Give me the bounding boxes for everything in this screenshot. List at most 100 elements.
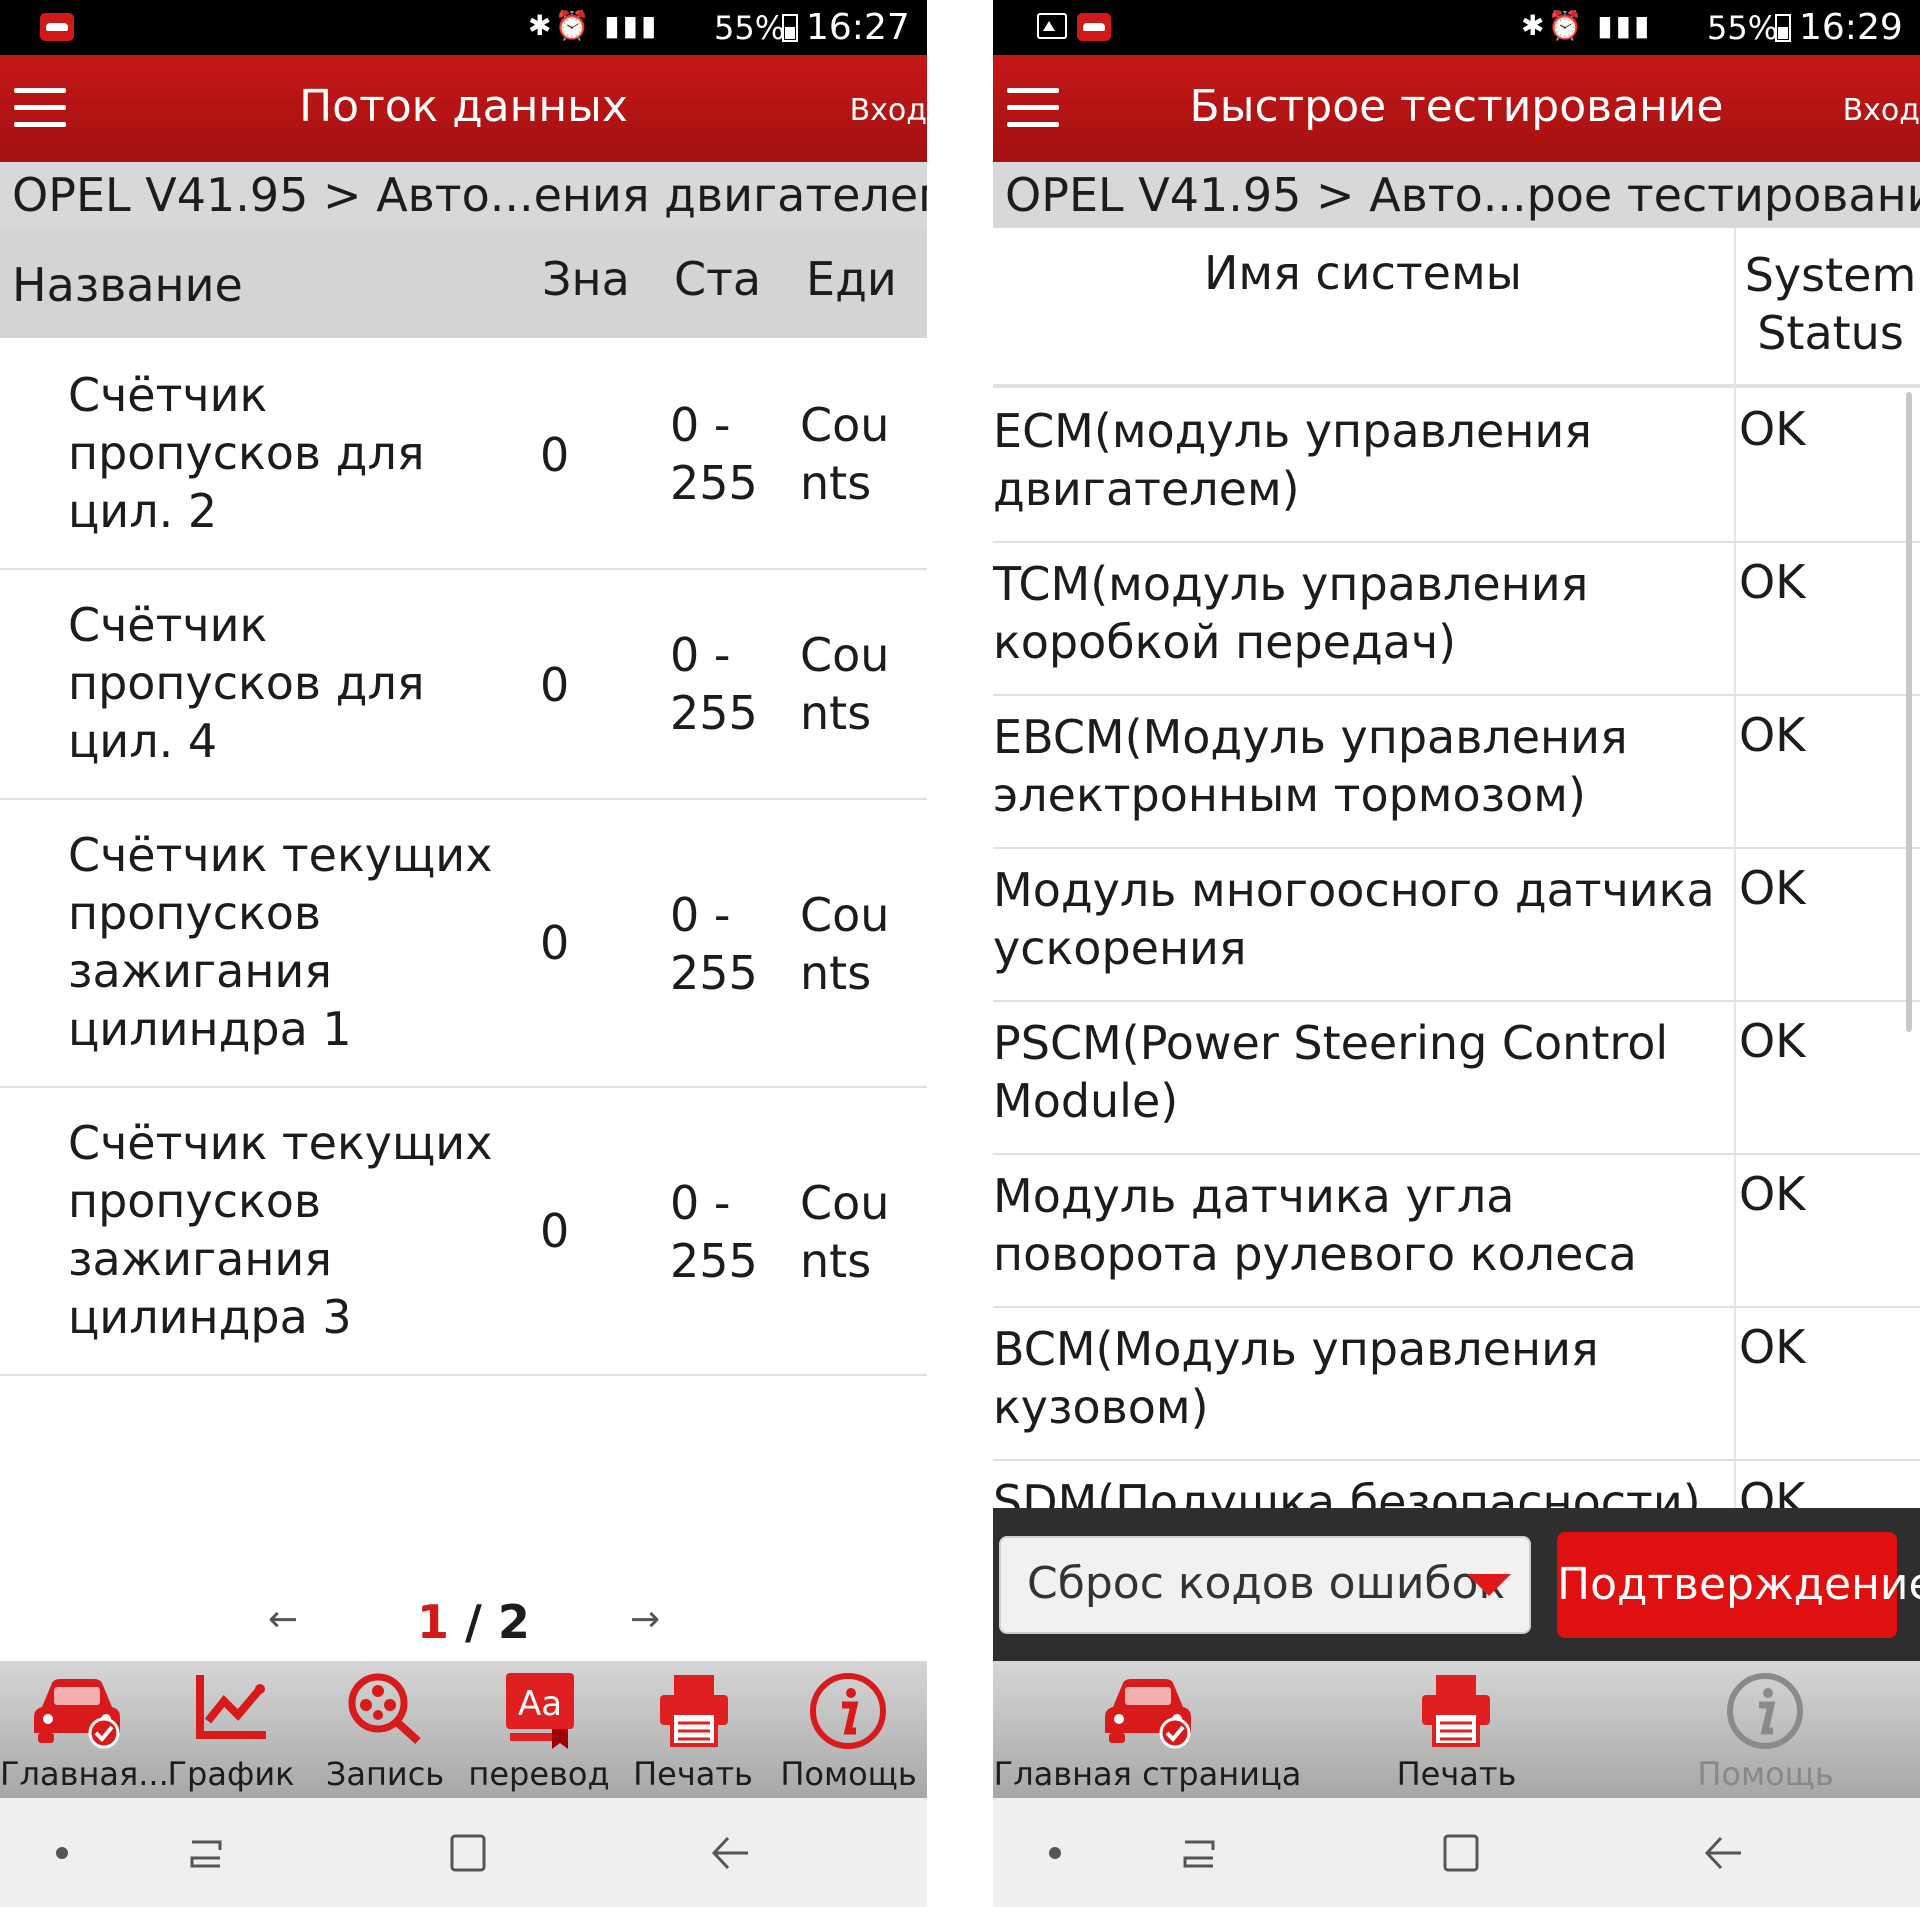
pagination: ← 1 / 2 →: [0, 1595, 927, 1655]
system-name: Модуль многоосного датчика ускорения: [993, 863, 1715, 975]
system-status: OK: [1739, 1320, 1806, 1374]
login-button[interactable]: Вход: [850, 93, 927, 128]
system-name: TCM(модуль управления коробкой передач): [993, 557, 1589, 669]
clock: 16:29: [1799, 7, 1903, 48]
system-status: OK: [1739, 1014, 1806, 1068]
prev-page-button[interactable]: ←: [268, 1599, 298, 1640]
table-row[interactable]: BCM(Модуль управления кузовом) OK: [993, 1306, 1920, 1461]
table-row[interactable]: Счётчик пропусков для цил. 4 0 0 - 255 C…: [0, 570, 927, 800]
login-button[interactable]: Вход: [1843, 93, 1920, 128]
help-button: Помощь: [1611, 1661, 1920, 1798]
system-status: OK: [1739, 1473, 1806, 1508]
parameter-name: Счётчик текущих пропусков зажигания цили…: [68, 1116, 493, 1344]
parameter-unit: Counts: [800, 888, 890, 1000]
nav-dot-icon[interactable]: [1045, 1828, 1065, 1878]
dropdown-caret-icon: [1467, 1574, 1511, 1596]
system-name: PSCM(Power Steering Control Module): [993, 1016, 1669, 1128]
status-bar: ✱⏰ ▮▮▮ 55% 16:29: [993, 0, 1920, 55]
table-row[interactable]: ECM(модуль управления двигателем) OK: [993, 388, 1920, 543]
back-nav-icon[interactable]: [708, 1828, 752, 1878]
info-icon: [1727, 1673, 1803, 1749]
confirm-button[interactable]: Подтверждение: [1557, 1532, 1920, 1638]
print-button[interactable]: Печать: [1302, 1661, 1611, 1798]
column-header-status[interactable]: System Status: [1741, 246, 1920, 362]
record-button[interactable]: Запись: [308, 1661, 462, 1798]
parameter-unit: Counts: [800, 398, 890, 510]
record-icon: [348, 1673, 421, 1744]
table-row[interactable]: Модуль датчика угла поворота рулевого ко…: [993, 1153, 1920, 1308]
table-row[interactable]: SDM(Подушка безопасности) OK: [993, 1459, 1920, 1508]
toolbar-label: Запись: [325, 1755, 445, 1793]
function-select[interactable]: Сброс кодов ошибок: [999, 1536, 1531, 1634]
page-indicator: 1 / 2: [417, 1595, 530, 1649]
hamburger-menu-icon[interactable]: [1007, 88, 1059, 128]
list-scrollbar[interactable]: [1906, 392, 1912, 1032]
home-button[interactable]: Главная...: [0, 1661, 169, 1798]
graph-icon: [196, 1675, 266, 1739]
system-status: OK: [1739, 708, 1806, 762]
hamburger-menu-icon[interactable]: [14, 88, 66, 128]
car-check-icon: [1105, 1679, 1191, 1749]
graph-button[interactable]: График: [154, 1661, 308, 1798]
bottom-toolbar: Главная страница Печать Помощь: [993, 1661, 1920, 1798]
toolbar-label: Печать: [633, 1755, 753, 1793]
help-button[interactable]: Помощь: [770, 1661, 927, 1798]
column-header-value[interactable]: Зна: [542, 252, 630, 306]
table-row[interactable]: PSCM(Power Steering Control Module) OK: [993, 1000, 1920, 1155]
car-check-icon: [34, 1679, 120, 1749]
info-icon: [810, 1673, 886, 1749]
recent-apps-icon[interactable]: [1179, 1828, 1219, 1878]
bottom-toolbar: Главная... График Запись Aa перевод Печа…: [0, 1661, 927, 1798]
system-name: BCM(Модуль управления кузовом): [993, 1322, 1599, 1434]
function-select-value: Сброс кодов ошибок: [1027, 1558, 1506, 1609]
nav-dot-icon[interactable]: [52, 1828, 72, 1878]
parameter-unit: Counts: [800, 1176, 890, 1288]
app-header: Поток данных Вход: [0, 55, 927, 162]
parameter-name: Счётчик пропусков для цил. 4: [68, 598, 425, 768]
toolbar-label: Помощь: [780, 1755, 917, 1793]
recent-apps-icon[interactable]: [186, 1828, 226, 1878]
toolbar-label: перевод: [468, 1755, 610, 1793]
table-row[interactable]: Модуль многоосного датчика ускорения OK: [993, 847, 1920, 1002]
parameter-value: 0: [540, 1204, 570, 1258]
next-page-button[interactable]: →: [630, 1599, 660, 1640]
parameter-value: 0: [540, 428, 570, 482]
column-header-unit[interactable]: Еди: [806, 252, 897, 306]
toolbar-label: Помощь: [1697, 1755, 1834, 1793]
parameter-unit: Counts: [800, 628, 890, 740]
table-row[interactable]: Счётчик пропусков для цил. 2 0 0 - 255 C…: [0, 338, 927, 570]
column-header-name[interactable]: Название: [12, 258, 243, 312]
print-button[interactable]: Печать: [616, 1661, 770, 1798]
clock: 16:27: [806, 7, 910, 48]
system-status: OK: [1739, 555, 1806, 609]
android-nav-bar: [993, 1798, 1920, 1907]
table-row[interactable]: EBCM(Модуль управления электронным тормо…: [993, 694, 1920, 849]
parameter-name: Счётчик текущих пропусков зажигания цили…: [68, 828, 493, 1056]
home-nav-icon[interactable]: [448, 1828, 488, 1878]
status-bar: ✱⏰ ▮▮▮ 55% 16:27: [0, 0, 927, 55]
parameter-range: 0 - 255: [670, 1176, 758, 1288]
app-header: Быстрое тестирование Вход: [993, 55, 1920, 162]
table-row[interactable]: Счётчик текущих пропусков зажигания цили…: [0, 800, 927, 1088]
system-name: Модуль датчика угла поворота рулевого ко…: [993, 1169, 1637, 1281]
toolbar-label: Печать: [1396, 1755, 1517, 1793]
system-status: OK: [1739, 402, 1806, 456]
home-nav-icon[interactable]: [1441, 1828, 1481, 1878]
translate-button[interactable]: Aa перевод: [462, 1661, 616, 1798]
page-title: Поток данных: [299, 81, 628, 132]
home-button[interactable]: Главная страница: [993, 1661, 1302, 1798]
translate-icon-text: Aa: [518, 1684, 562, 1724]
column-header-system[interactable]: Имя системы: [993, 246, 1733, 300]
app-notification-icon: [1077, 13, 1111, 41]
status-icons: ✱⏰ ▮▮▮: [1521, 9, 1653, 42]
parameter-range: 0 - 255: [670, 398, 758, 510]
column-header-standard[interactable]: Ста: [674, 252, 761, 306]
action-bar: Сброс кодов ошибок Подтверждение: [993, 1508, 1920, 1661]
back-nav-icon[interactable]: [1701, 1828, 1745, 1878]
app-notification-icon: [40, 13, 74, 41]
parameter-range: 0 - 255: [670, 628, 758, 740]
parameter-range: 0 - 255: [670, 888, 758, 1000]
parameter-value: 0: [540, 658, 570, 712]
table-row[interactable]: Счётчик текущих пропусков зажигания цили…: [0, 1088, 927, 1376]
table-row[interactable]: TCM(модуль управления коробкой передач) …: [993, 541, 1920, 696]
